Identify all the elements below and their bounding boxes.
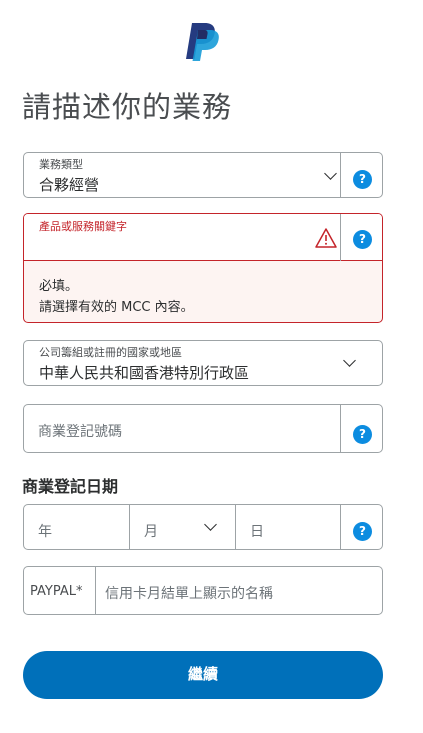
month-placeholder: 月 — [144, 524, 158, 540]
business-type-label: 業務類型 — [39, 158, 83, 171]
registration-number-input[interactable]: 商業登記號碼 ? — [23, 404, 383, 453]
day-placeholder: 日 — [250, 524, 264, 540]
card-statement-name-input[interactable]: PAYPAL* 信用卡月結單上顯示的名稱 — [23, 566, 383, 615]
year-input[interactable]: 年 — [24, 505, 129, 549]
business-type-value: 合夥經營 — [39, 176, 100, 194]
error-message-required: 必填。 — [39, 279, 79, 294]
error-message-invalid-mcc: 請選擇有效的 MCC 內容。 — [39, 300, 194, 315]
registration-number-help-cell: ? — [340, 405, 382, 452]
business-type-select[interactable]: 業務類型 合夥經營 ? — [23, 152, 383, 198]
country-select[interactable]: 公司籌組或註冊的國家或地區 中華人民共和國香港特別行政區 — [23, 340, 383, 386]
card-statement-placeholder: 信用卡月結單上顯示的名稱 — [105, 586, 273, 602]
product-keyword-error-group: 產品或服務關鍵字 ? 必填。 請選擇有效的 MCC 內容。 — [23, 213, 383, 323]
help-icon[interactable]: ? — [353, 170, 372, 189]
chevron-down-icon — [343, 354, 356, 367]
business-type-help-cell: ? — [340, 153, 382, 197]
warning-icon — [315, 228, 337, 248]
registration-date-help-cell: ? — [340, 505, 382, 549]
product-keyword-label: 產品或服務關鍵字 — [39, 220, 127, 233]
country-label: 公司籌組或註冊的國家或地區 — [39, 346, 182, 359]
product-keyword-input[interactable]: 產品或服務關鍵字 ? — [24, 214, 382, 261]
help-icon[interactable]: ? — [353, 230, 372, 249]
year-placeholder: 年 — [38, 524, 52, 540]
registration-date-group: 年 月 日 ? — [23, 504, 383, 550]
chevron-down-icon — [204, 518, 217, 531]
statement-prefix-text: PAYPAL* — [30, 584, 83, 599]
help-icon[interactable]: ? — [353, 425, 372, 444]
day-input[interactable]: 日 — [235, 505, 341, 549]
help-icon[interactable]: ? — [353, 522, 372, 541]
product-keyword-help-cell: ? — [340, 214, 382, 261]
registration-date-title: 商業登記日期 — [22, 477, 119, 496]
paypal-logo-icon — [186, 23, 219, 61]
chevron-down-icon — [324, 167, 337, 180]
month-select[interactable]: 月 — [129, 505, 235, 549]
continue-button[interactable]: 繼續 — [23, 651, 383, 699]
registration-number-placeholder: 商業登記號碼 — [38, 424, 122, 440]
country-value: 中華人民共和國香港特別行政區 — [39, 364, 250, 382]
page-title: 請描述你的業務 — [22, 90, 233, 124]
statement-prefix: PAYPAL* — [24, 567, 96, 614]
